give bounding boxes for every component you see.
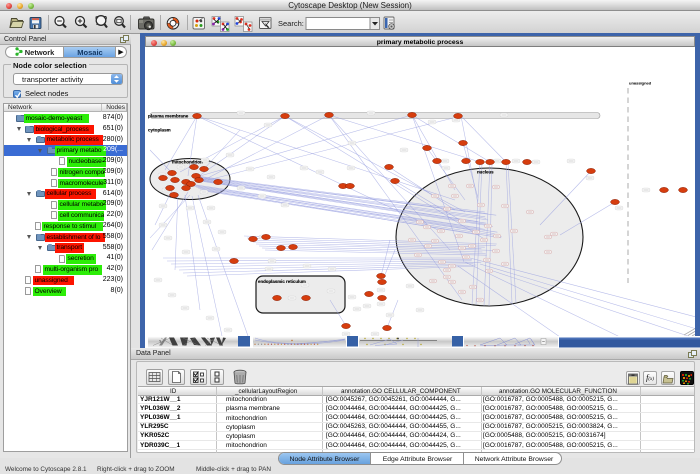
svg-text:plasma membrane: plasma membrane [148, 114, 189, 119]
svg-text:nucleus: nucleus [477, 170, 494, 175]
svg-text:unassigned: unassigned [629, 81, 652, 86]
svg-text:mitochondrion: mitochondrion [172, 160, 203, 165]
svg-text:cytoplasm: cytoplasm [148, 128, 171, 133]
svg-text:Search:: Search: [278, 19, 304, 28]
svg-text:endoplasmic reticulum: endoplasmic reticulum [258, 279, 306, 284]
